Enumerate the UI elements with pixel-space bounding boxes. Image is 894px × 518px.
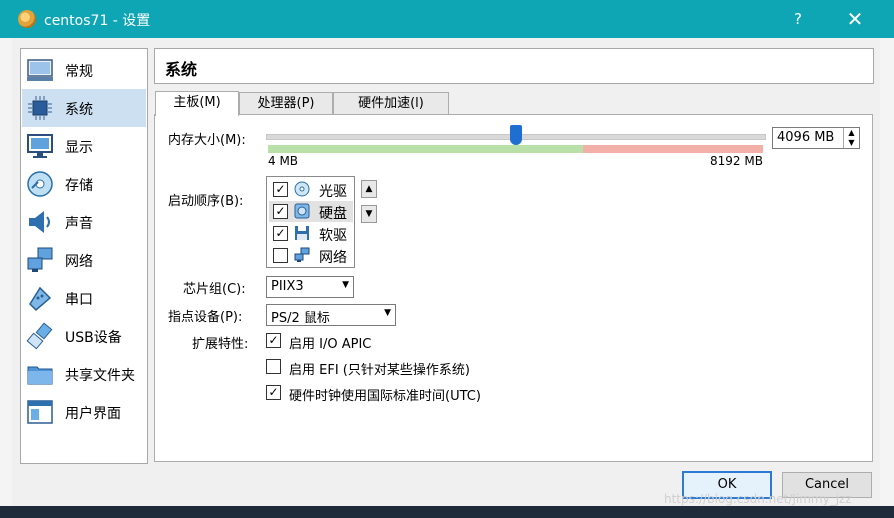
page-title: 系统 [165,60,198,79]
close-button[interactable]: ✕ [840,6,870,32]
memory-min-label: 4 MB [268,154,299,168]
sidebar-item-label: 用户界面 [65,406,121,422]
boot-item-label: 光驱 [319,184,347,200]
network-icon [294,247,310,262]
sidebar-item-user-interface[interactable]: 用户界面 [22,393,146,431]
boot-order-label: 启动顺序(B): [168,194,244,209]
utc-clock-label: 硬件时钟使用国际标准时间(UTC) [289,389,481,404]
sidebar-item-label: 存储 [65,178,93,194]
sidebar-item-label: 声音 [65,216,93,232]
tab-acceleration[interactable]: 硬件加速(l) [333,92,449,115]
sidebar-item-audio[interactable]: 声音 [22,203,146,241]
section-header: 系统 [154,48,874,84]
sidebar-item-usb[interactable]: USB设备 [22,317,146,355]
boot-item-checkbox[interactable]: ✓ [273,226,288,241]
memory-size-label: 内存大小(M): [168,133,246,148]
io-apic-checkbox[interactable]: ✓ [266,333,281,348]
spin-arrows-icon[interactable]: ▲ ▼ [843,128,859,148]
network-icon [27,247,53,272]
chipset-selected-value: PIIX3 [271,279,304,294]
tab-panel [154,114,873,462]
sidebar-item-storage[interactable]: 存储 [22,165,146,203]
tab-motherboard[interactable]: 主板(M) [155,91,239,116]
sidebar-item-label: 显示 [65,140,93,156]
desktop-bottom-edge [0,506,894,518]
memory-max-label: 8192 MB [710,154,763,168]
efi-label: 启用 EFI (只针对某些操作系统) [289,363,470,378]
move-down-arrow-icon[interactable]: ▼ [361,205,377,223]
memory-slider-handle[interactable] [510,125,522,145]
settings-sidebar: 常规 系统 显示 存储 声音 网络 串口 USB设备 共享文件夹 用户界面 [20,48,148,464]
sidebar-item-network[interactable]: 网络 [22,241,146,279]
background-window-edge [0,38,12,518]
pointing-device-label: 指点设备(P): [168,310,243,325]
boot-item-label: 硬盘 [319,206,347,222]
boot-item-label: 网络 [319,250,347,266]
speaker-icon [29,211,50,233]
sidebar-item-serial-port[interactable]: 串口 [22,279,146,317]
background-window-edge-right [880,38,894,518]
sidebar-item-label: 系统 [65,102,93,118]
chevron-down-icon: ▼ [384,308,391,318]
utc-clock-checkbox[interactable]: ✓ [266,385,281,400]
sidebar-item-shared-folders[interactable]: 共享文件夹 [22,355,146,393]
chipset-label: 芯片组(C): [183,282,246,297]
sidebar-item-label: 常规 [65,64,93,80]
tab-processor[interactable]: 处理器(P) [239,92,333,115]
memory-size-spinbox[interactable]: 4096 MB ▲ ▼ [772,127,860,149]
memory-slider-unsafe-range [583,145,763,153]
boot-item-checkbox[interactable]: ✓ [273,182,288,197]
title-bar: centos71 - 设置 ? ✕ [0,0,894,38]
boot-item-checkbox[interactable]: ✓ [273,204,288,219]
display-monitor-icon [27,134,53,158]
user-interface-icon [27,400,53,424]
boot-item-floppy[interactable]: ✓ 软驱 [269,223,353,244]
virtualbox-app-icon [18,10,36,28]
sidebar-item-display[interactable]: 显示 [22,127,146,165]
usb-icon [26,322,53,350]
move-up-arrow-icon[interactable]: ▲ [361,180,377,198]
chipset-select[interactable]: PIIX3 ▼ [266,276,354,298]
pointing-device-select[interactable]: PS/2 鼠标 ▼ [266,304,396,326]
hard-disk-icon [294,203,310,219]
io-apic-label: 启用 I/O APIC [289,337,372,352]
sidebar-item-general[interactable]: 常规 [22,51,146,89]
sidebar-item-label: 共享文件夹 [65,368,135,384]
storage-disk-icon [27,171,53,197]
serial-port-icon [29,286,52,312]
shared-folder-icon [27,366,53,385]
watermark: https://blog.csdn.net/Jimmy_jzz [664,492,852,506]
system-chip-icon [28,96,52,120]
pointing-device-selected-value: PS/2 鼠标 [271,311,330,326]
floppy-icon [295,226,309,240]
boot-item-optical[interactable]: ✓ 光驱 [269,179,353,200]
boot-item-label: 软驱 [319,228,347,244]
efi-checkbox[interactable] [266,359,281,374]
chevron-down-icon: ▼ [342,280,349,290]
memory-slider-safe-range [268,145,583,153]
boot-order-list: ✓ 光驱 ✓ 硬盘 ✓ 软驱 网络 [266,176,355,268]
optical-disc-icon [294,181,310,197]
general-icon [27,59,53,81]
sidebar-item-system[interactable]: 系统 [22,89,146,127]
help-button[interactable]: ? [784,8,812,30]
boot-item-network[interactable]: 网络 [269,245,353,266]
boot-item-hard-disk[interactable]: ✓ 硬盘 [269,201,353,222]
window-title: centos71 - 设置 [44,13,151,29]
sidebar-item-label: 串口 [65,292,93,308]
extended-features-label: 扩展特性: [192,337,249,352]
memory-size-value: 4096 MB [777,130,835,145]
boot-item-checkbox[interactable] [273,248,288,263]
sidebar-item-label: 网络 [65,254,93,270]
sidebar-item-label: USB设备 [65,330,122,346]
